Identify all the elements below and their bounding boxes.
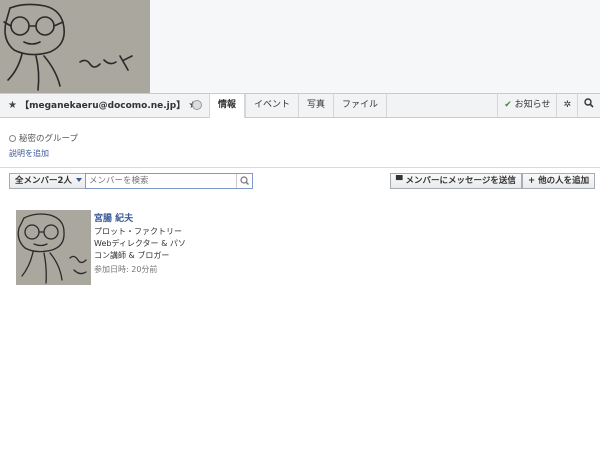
member-filter-label: 全メンバー2人	[15, 176, 72, 186]
tab-files[interactable]: ファイル	[333, 94, 388, 117]
group-name: 【meganekaeru@docomo.ne.jp】	[20, 101, 186, 111]
tab-events[interactable]: イベント	[245, 94, 298, 117]
tab-bar: 情報 イベント 写真 ファイル	[209, 94, 388, 118]
search-icon	[584, 98, 594, 108]
privacy-label: 秘密のグループ	[19, 134, 78, 144]
send-message-button[interactable]: ▀ メンバーにメッセージを送信	[390, 173, 522, 189]
cover-area	[0, 0, 600, 93]
member-search	[85, 173, 253, 189]
cover-photo[interactable]	[0, 0, 150, 93]
chevron-down-icon	[75, 178, 82, 182]
send-message-label: メンバーにメッセージを送信	[405, 176, 516, 186]
group-header-bar: ★ 【meganekaeru@docomo.ne.jp】 ★ 情報 イベント 写…	[0, 93, 600, 118]
secret-group-icon	[9, 135, 16, 142]
member-search-button[interactable]	[236, 174, 252, 188]
search-icon	[240, 176, 249, 185]
search-button[interactable]	[577, 94, 600, 117]
star-icon: ★	[8, 100, 17, 111]
add-people-label: 他の人を追加	[538, 176, 590, 186]
message-icon: ▀	[396, 176, 403, 186]
gear-icon: ✲	[563, 100, 571, 110]
add-description-link[interactable]: 説明を追加	[9, 148, 49, 159]
member-joined-time: 参加日時: 20分前	[94, 265, 158, 274]
header-actions: ✔ お知らせ ✲	[497, 94, 600, 117]
member-search-input[interactable]	[89, 175, 234, 187]
notifications-label: お知らせ	[514, 100, 551, 110]
settings-button[interactable]: ✲	[556, 94, 577, 117]
member-bio: プロット・ファクトリー Webディレクター & パソコン講師 & ブロガー	[94, 227, 186, 260]
tab-info[interactable]: 情報	[209, 94, 246, 118]
divider	[0, 167, 600, 168]
tab-photos[interactable]: 写真	[298, 94, 333, 117]
group-title: ★ 【meganekaeru@docomo.ne.jp】 ★	[8, 94, 197, 117]
add-people-button[interactable]: + 他の人を追加	[522, 173, 596, 189]
member-avatar[interactable]	[16, 210, 91, 285]
plus-icon: +	[528, 176, 536, 186]
member-name[interactable]: 宮腸 紀夫	[94, 211, 190, 224]
notifications-button[interactable]: ✔ お知らせ	[497, 94, 556, 117]
privacy-setting: 秘密のグループ	[9, 132, 78, 144]
member-filter-dropdown[interactable]: 全メンバー2人	[9, 173, 88, 189]
privacy-icon	[192, 100, 202, 110]
member-info: 宮腸 紀夫 プロット・ファクトリー Webディレクター & パソコン講師 & ブ…	[94, 211, 190, 275]
check-icon: ✔	[504, 100, 512, 110]
